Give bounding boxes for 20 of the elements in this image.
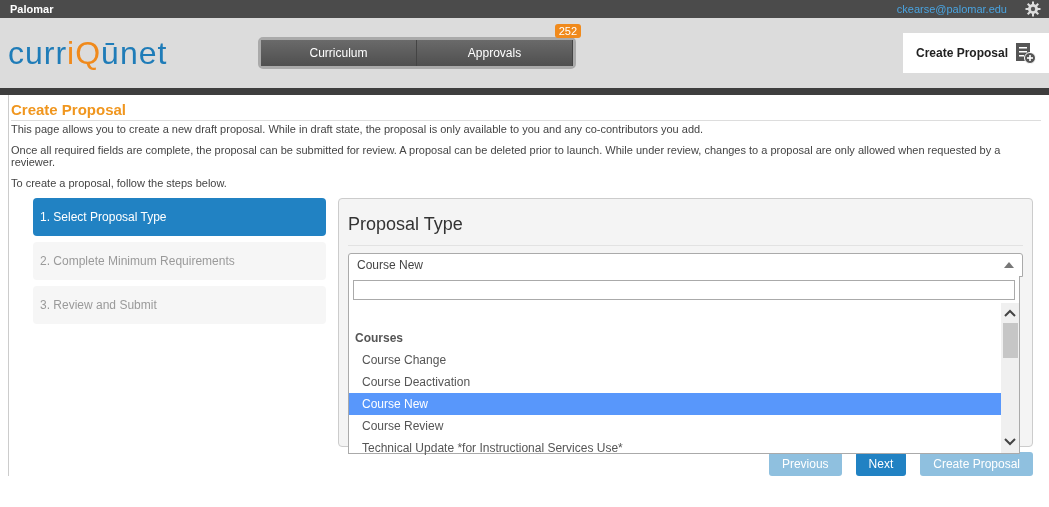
nav-tab[interactable]: Curriculum <box>261 40 417 66</box>
panel-title: Proposal Type <box>348 199 1023 246</box>
search-field[interactable] <box>353 280 1015 300</box>
organization-name: Palomar <box>10 3 54 15</box>
group-heading: Courses <box>354 330 405 347</box>
document-add-icon <box>1014 42 1036 64</box>
count-badge: 252 <box>554 24 581 38</box>
dropdown-option[interactable]: Course Deactivation <box>349 371 1001 393</box>
page-title: Create Proposal <box>11 101 1041 121</box>
dropdown-option[interactable]: Course Review <box>349 415 1001 437</box>
nav-tab[interactable]: Approvals <box>417 40 573 66</box>
paragraph: Once all required fields are complete, the proposal can be submitted for review. A proposal can be deleted prior to launch. While under review, changes to a proposal are only allowed when requested by a reviewer. <box>11 144 1002 168</box>
wizard-button[interactable]: Next <box>855 452 907 476</box>
proposal-type-select[interactable]: Course New <box>348 253 1023 277</box>
create-proposal-button[interactable]: Create Proposal <box>903 33 1049 73</box>
paragraph: To create a proposal, follow the steps below. <box>11 177 228 189</box>
logo: curriQūnet <box>8 34 169 72</box>
step-item[interactable]: 1. Select Proposal Type <box>33 198 326 236</box>
dropdown-option[interactable]: Course Change <box>349 349 1001 371</box>
paragraph: This page allows you to create a new draft proposal. While in draft state, the proposal is only available to you and any co-contributors you add. <box>11 123 705 135</box>
